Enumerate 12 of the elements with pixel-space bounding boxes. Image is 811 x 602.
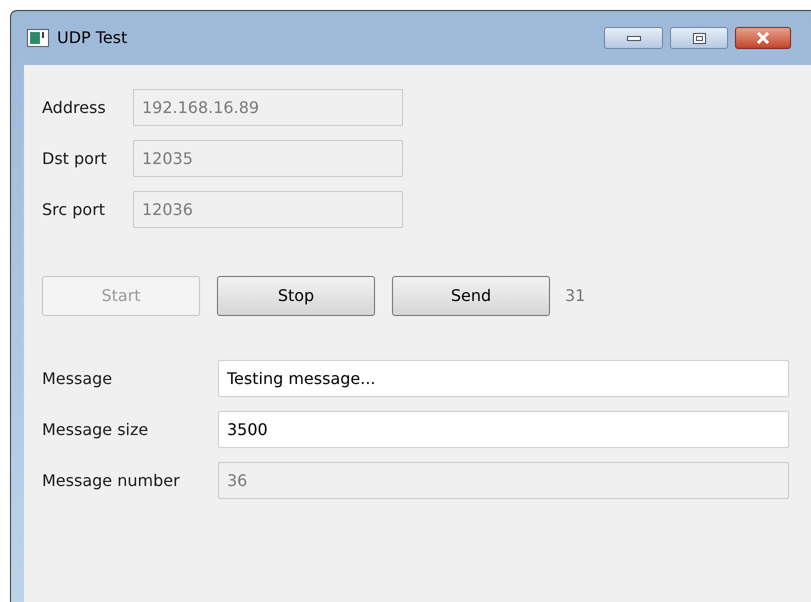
- text-field[interactable]: 3500: [218, 411, 789, 448]
- field-label: Message: [42, 368, 114, 390]
- window-title: UDP Test: [57, 27, 128, 49]
- field-label: Message size: [42, 418, 150, 440]
- field-label: Src port: [42, 198, 106, 220]
- field-label: Address: [42, 96, 107, 118]
- text-field[interactable]: Testing message...: [218, 360, 789, 397]
- push-button[interactable]: Stop: [217, 276, 375, 316]
- field-label: Dst port: [42, 148, 108, 170]
- push-button[interactable]: Send: [392, 276, 550, 316]
- field-label: Message number: [42, 470, 181, 492]
- sent-count: 31: [565, 285, 586, 307]
